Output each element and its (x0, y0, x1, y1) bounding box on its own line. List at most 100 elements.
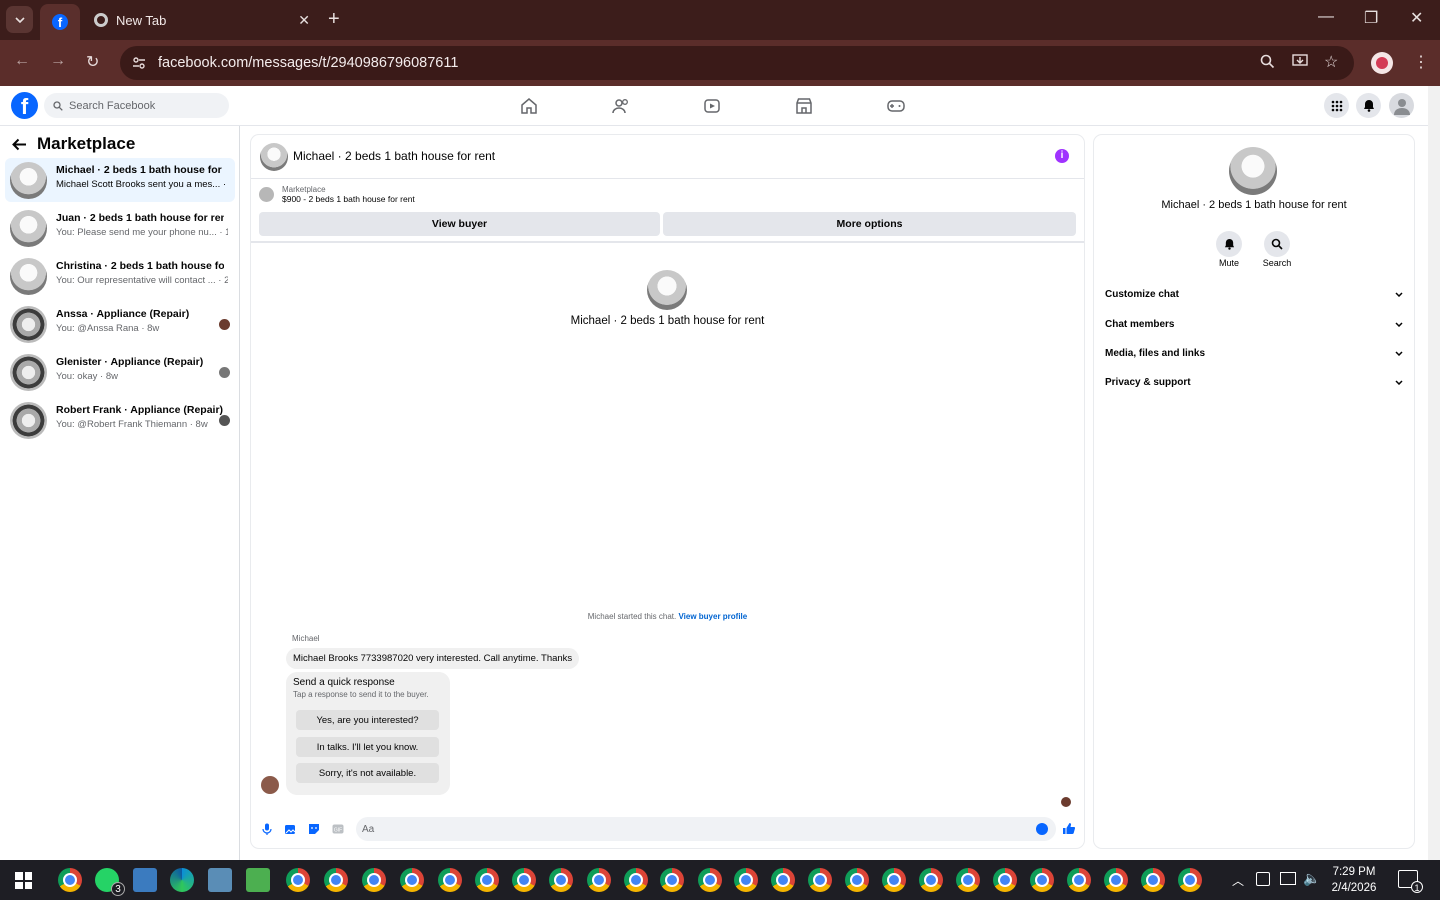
close-tab-icon[interactable]: ✕ (298, 12, 310, 29)
notes-taskbar-icon[interactable] (246, 868, 270, 892)
conversation-item[interactable]: Michael · 2 beds 1 bath house for r... M… (5, 158, 235, 202)
app-taskbar-icon[interactable] (208, 868, 232, 892)
restore-icon[interactable]: ❐ (1364, 8, 1378, 28)
chrome-taskbar-icon[interactable] (624, 868, 648, 892)
tab-search-dropdown[interactable] (6, 6, 33, 33)
chat-title[interactable]: Michael · 2 beds 1 bath house for rent (293, 149, 495, 163)
back-icon[interactable]: ← (14, 52, 30, 70)
chrome-taskbar-icon[interactable] (475, 868, 499, 892)
new-tab-button[interactable]: + (328, 8, 340, 30)
chat-members-section[interactable]: Chat members (1105, 319, 1403, 330)
chrome-taskbar-icon[interactable] (512, 868, 536, 892)
tab-new-tab[interactable]: New Tab ✕ (84, 4, 320, 36)
profile-avatar[interactable] (1371, 52, 1393, 74)
minimize-icon[interactable]: — (1318, 8, 1334, 26)
search-conversation-button[interactable] (1264, 231, 1290, 257)
info-icon[interactable]: i (1055, 149, 1069, 163)
account-avatar[interactable] (1389, 93, 1414, 118)
reload-icon[interactable]: ↻ (86, 52, 99, 72)
gaming-icon[interactable] (886, 96, 906, 116)
taskbar-clock[interactable]: 7:29 PM 2/4/2026 (1326, 864, 1382, 896)
chrome-taskbar-icon[interactable] (882, 868, 906, 892)
message-input[interactable]: Aa (356, 817, 1056, 841)
chrome-taskbar-icon[interactable] (587, 868, 611, 892)
conversation-item[interactable]: Glenister · Appliance (Repair) You: okay… (5, 350, 235, 394)
conversation-item[interactable]: Anssa · Appliance (Repair) You: @Anssa R… (5, 302, 235, 346)
quick-response-button[interactable]: In talks. I'll let you know. (296, 737, 439, 757)
chrome-taskbar-icon[interactable] (324, 868, 348, 892)
chrome-taskbar-icon[interactable] (549, 868, 573, 892)
back-arrow-icon[interactable] (12, 138, 27, 151)
chrome-taskbar-icon[interactable] (362, 868, 386, 892)
chrome-taskbar-icon[interactable] (1030, 868, 1054, 892)
chrome-taskbar-icon[interactable] (993, 868, 1017, 892)
photo-icon[interactable] (284, 823, 296, 835)
gif-icon[interactable]: GIF (332, 823, 344, 835)
zoom-icon[interactable] (1260, 54, 1275, 69)
edge-taskbar-icon[interactable] (170, 868, 194, 892)
quick-response-button[interactable]: Yes, are you interested? (296, 710, 439, 730)
view-buyer-profile-link[interactable]: View buyer profile (678, 612, 747, 621)
browser-menu-icon[interactable]: ⋮ (1413, 52, 1429, 72)
tab-facebook[interactable]: f (40, 4, 80, 40)
bookmark-star-icon[interactable]: ☆ (1324, 52, 1338, 72)
view-buyer-button[interactable]: View buyer (259, 212, 660, 236)
chrome-taskbar-icon[interactable] (919, 868, 943, 892)
chrome-taskbar-icon[interactable] (734, 868, 758, 892)
message-bubble: Michael Brooks 7733987020 very intereste… (286, 648, 580, 669)
facebook-search-input[interactable]: Search Facebook (44, 93, 229, 118)
chrome-taskbar-icon[interactable] (1104, 868, 1128, 892)
chrome-taskbar-icon[interactable] (400, 868, 424, 892)
forward-icon[interactable]: → (50, 52, 66, 70)
sticker-icon[interactable] (308, 823, 320, 835)
conversation-item[interactable]: Christina · 2 beds 1 bath house for ... … (5, 254, 235, 298)
media-files-links-section[interactable]: Media, files and links (1105, 348, 1403, 359)
chrome-taskbar-icon[interactable] (1067, 868, 1091, 892)
conversation-item[interactable]: Juan · 2 beds 1 bath house for rent You:… (5, 206, 235, 250)
friends-icon[interactable] (611, 96, 631, 116)
chrome-taskbar-icon[interactable] (58, 868, 82, 892)
microphone-icon[interactable] (261, 823, 273, 835)
home-icon[interactable] (519, 96, 539, 116)
more-options-button[interactable]: More options (663, 212, 1076, 236)
notification-center-icon[interactable]: 1 (1398, 870, 1423, 893)
customize-chat-section[interactable]: Customize chat (1105, 289, 1403, 300)
device-tray-icon[interactable] (1256, 872, 1270, 886)
chrome-taskbar-icon[interactable] (808, 868, 832, 892)
chrome-taskbar-icon[interactable] (771, 868, 795, 892)
notifications-bell-icon[interactable] (1356, 93, 1381, 118)
conversation-item[interactable]: Robert Frank · Appliance (Repair) You: @… (5, 398, 235, 442)
page-scrollbar[interactable] (1428, 86, 1440, 860)
video-icon[interactable] (702, 96, 722, 116)
search-icon (53, 100, 63, 111)
whatsapp-taskbar-icon[interactable]: 3 (95, 868, 125, 896)
chrome-taskbar-icon[interactable] (956, 868, 980, 892)
keyboard-taskbar-icon[interactable] (133, 868, 157, 892)
chrome-taskbar-icon[interactable] (845, 868, 869, 892)
network-icon[interactable] (1280, 872, 1296, 885)
tray-overflow-icon[interactable]: ︿ (1232, 872, 1244, 889)
quick-response-button[interactable]: Sorry, it's not available. (296, 763, 439, 783)
chrome-taskbar-icon[interactable] (286, 868, 310, 892)
address-bar[interactable]: facebook.com/messages/t/2940986796087611 (120, 46, 1354, 80)
close-window-icon[interactable]: ✕ (1410, 8, 1423, 28)
install-app-icon[interactable] (1292, 54, 1308, 69)
chat-avatar[interactable] (260, 143, 288, 171)
facebook-logo-icon[interactable]: f (11, 92, 38, 119)
mute-button[interactable] (1216, 231, 1242, 257)
chrome-taskbar-icon[interactable] (660, 868, 684, 892)
site-info-icon[interactable] (132, 56, 146, 70)
windows-start-icon[interactable] (15, 872, 32, 889)
volume-icon[interactable]: 🔈 (1303, 870, 1320, 887)
privacy-support-section[interactable]: Privacy & support (1105, 377, 1403, 388)
menu-grid-icon[interactable] (1324, 93, 1349, 118)
chrome-taskbar-icon[interactable] (1178, 868, 1202, 892)
chrome-taskbar-icon[interactable] (1141, 868, 1165, 892)
listing-row[interactable]: Marketplace $900 - 2 beds 1 bath house f… (259, 185, 415, 204)
chrome-taskbar-icon[interactable] (438, 868, 462, 892)
like-thumb-icon[interactable] (1062, 822, 1075, 834)
marketplace-icon[interactable] (794, 96, 814, 116)
chrome-taskbar-icon[interactable] (698, 868, 722, 892)
sidebar-header: Marketplace (12, 134, 135, 154)
emoji-icon[interactable] (1036, 823, 1048, 835)
